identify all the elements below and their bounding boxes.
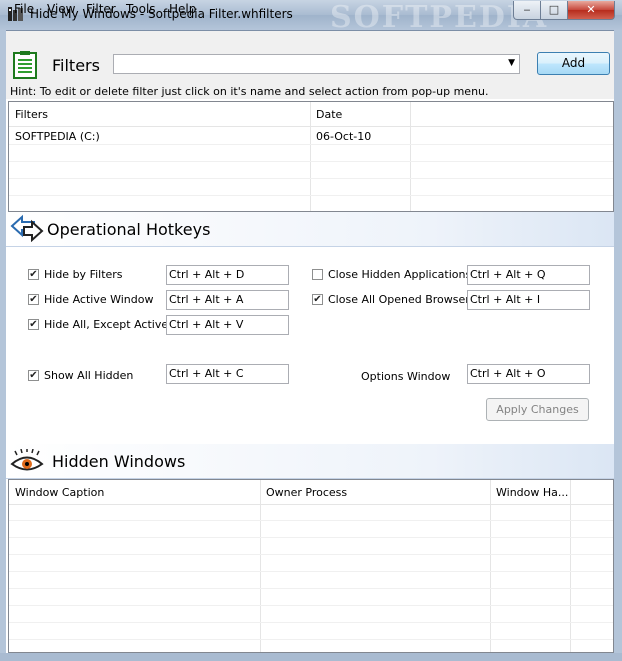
- window-border-right: [614, 30, 622, 661]
- column-divider: [570, 480, 571, 652]
- hide-all-except-active-checkbox[interactable]: ✔: [28, 319, 39, 330]
- filters-hint: Hint: To edit or delete filter just clic…: [10, 85, 489, 98]
- hotkeys-title: Operational Hotkeys: [47, 220, 211, 239]
- filters-table-header: Filters Date: [9, 102, 613, 127]
- show-all-hidden-label: Show All Hidden: [44, 369, 134, 382]
- menu-filter[interactable]: Filter: [86, 2, 116, 16]
- hide-active-window-label: Hide Active Window: [44, 293, 154, 306]
- hide-by-filters-hotkey-field[interactable]: Ctrl + Alt + D: [166, 265, 289, 285]
- hide-all-except-active-label: Hide All, Except Active: [44, 318, 169, 331]
- filter-date-cell: 06-Oct-10: [316, 130, 372, 143]
- maximize-button[interactable]: □: [540, 1, 568, 20]
- close-button[interactable]: ✕: [567, 1, 615, 20]
- column-header-window-handle[interactable]: Window Ha...: [496, 486, 568, 499]
- options-window-hotkey-field[interactable]: Ctrl + Alt + O: [467, 364, 590, 384]
- hide-by-filters-label: Hide by Filters: [44, 268, 123, 281]
- menu-bar: [6, 31, 614, 49]
- eye-icon: [10, 448, 44, 475]
- hide-active-window-checkbox[interactable]: ✔: [28, 294, 39, 305]
- column-divider: [260, 480, 261, 652]
- column-header-filters[interactable]: Filters: [15, 108, 48, 121]
- hidden-windows-table-header: Window Caption Owner Process Window Ha..…: [9, 480, 613, 505]
- row-divider: [9, 144, 613, 145]
- menu-help[interactable]: Help: [169, 2, 196, 16]
- row-divider: [9, 571, 613, 572]
- filter-name-cell[interactable]: SOFTPEDIA (C:): [15, 130, 100, 143]
- close-hidden-applications-checkbox[interactable]: [312, 269, 323, 280]
- row-divider: [9, 622, 613, 623]
- filters-table[interactable]: Filters Date SOFTPEDIA (C:) 06-Oct-10: [8, 101, 614, 212]
- row-divider: [9, 588, 613, 589]
- close-all-opened-browsers-hotkey-field[interactable]: Ctrl + Alt + I: [467, 290, 590, 310]
- column-header-date[interactable]: Date: [316, 108, 342, 121]
- row-divider: [9, 520, 613, 521]
- hide-by-filters-checkbox[interactable]: ✔: [28, 269, 39, 280]
- row-divider: [9, 537, 613, 538]
- hidden-windows-title: Hidden Windows: [52, 452, 186, 471]
- row-divider: [9, 554, 613, 555]
- column-header-owner-process[interactable]: Owner Process: [266, 486, 347, 499]
- column-header-window-caption[interactable]: Window Caption: [15, 486, 104, 499]
- row-divider: [9, 178, 613, 179]
- chevron-down-icon[interactable]: ▼: [508, 58, 515, 68]
- close-hidden-applications-label: Close Hidden Applications: [328, 268, 472, 281]
- apply-changes-button[interactable]: Apply Changes: [486, 398, 589, 421]
- filter-combobox[interactable]: ▼: [113, 54, 520, 74]
- row-divider: [9, 639, 613, 640]
- hide-all-except-active-hotkey-field[interactable]: Ctrl + Alt + V: [166, 315, 289, 335]
- hidden-windows-table[interactable]: Window Caption Owner Process Window Ha..…: [8, 479, 614, 653]
- menu-view[interactable]: View: [47, 2, 75, 16]
- clipboard-list-icon: [12, 51, 38, 79]
- menu-tools[interactable]: Tools: [126, 2, 156, 16]
- column-divider: [490, 480, 491, 652]
- hotkey-arrows-icon: [10, 214, 44, 243]
- add-filter-button[interactable]: Add: [537, 52, 610, 75]
- row-divider: [9, 161, 613, 162]
- show-all-hidden-hotkey-field[interactable]: Ctrl + Alt + C: [166, 364, 289, 384]
- window-border-bottom: [0, 653, 622, 661]
- close-all-opened-browsers-label: Close All Opened Browsers: [328, 293, 476, 306]
- hide-active-window-hotkey-field[interactable]: Ctrl + Alt + A: [166, 290, 289, 310]
- minimize-button[interactable]: ‒: [513, 1, 541, 20]
- close-hidden-applications-hotkey-field[interactable]: Ctrl + Alt + Q: [467, 265, 590, 285]
- close-all-opened-browsers-checkbox[interactable]: ✔: [312, 294, 323, 305]
- menu-file[interactable]: File: [14, 2, 34, 16]
- row-divider: [9, 605, 613, 606]
- options-window-label: Options Window: [361, 370, 451, 383]
- show-all-hidden-checkbox[interactable]: ✔: [28, 370, 39, 381]
- filters-title: Filters: [52, 56, 100, 75]
- row-divider: [9, 195, 613, 196]
